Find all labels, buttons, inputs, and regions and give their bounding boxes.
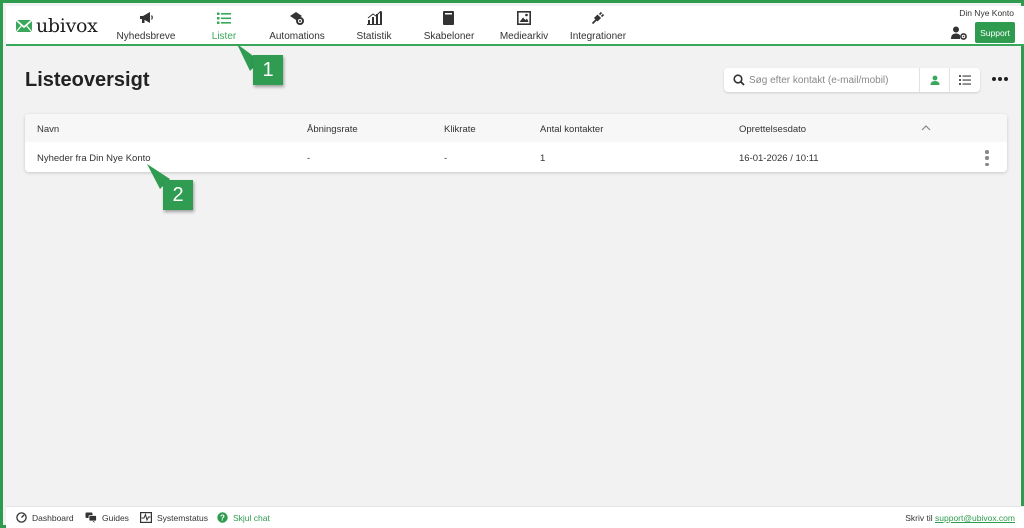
list-icon (217, 10, 231, 26)
envelope-logo-icon (16, 20, 32, 32)
app-frame: ubivox Nyhedsbreve Lister Automations St (0, 0, 1024, 528)
column-header-aabningsrate[interactable]: Åbningsrate (307, 124, 358, 135)
page-title: Listeoversigt (25, 69, 150, 91)
nav-item-automations[interactable]: Automations (255, 10, 339, 42)
footer-contact-prefix: Skriv til (905, 513, 933, 523)
dot (985, 162, 989, 166)
nav-label: Nyhedsbreve (116, 31, 176, 42)
gauge-icon (16, 512, 27, 523)
nav-label: Lister (211, 31, 237, 42)
cell-click-rate: - (444, 153, 448, 164)
image-icon (517, 10, 531, 26)
brand-name: ubivox (36, 15, 98, 37)
support-email-link[interactable]: support@ubivox.com (935, 513, 1015, 523)
search-icon (729, 70, 749, 90)
cell-open-rate: - (307, 153, 311, 164)
footer-guides-link[interactable]: Guides (85, 512, 129, 523)
pulse-icon (140, 512, 152, 523)
dot (985, 150, 989, 154)
user-settings-icon[interactable] (951, 26, 967, 40)
logo[interactable]: ubivox (16, 15, 98, 37)
dot (985, 156, 989, 160)
dot (992, 77, 996, 81)
more-options-button[interactable] (991, 72, 1009, 86)
nav-item-lister[interactable]: Lister (182, 10, 266, 42)
table-header: Navn Åbningsrate Klikrate Antal kontakte… (25, 114, 1007, 142)
dot (1004, 77, 1008, 81)
row-kebab-menu-icon[interactable] (983, 150, 991, 166)
footer-label: Skjul chat (233, 512, 270, 523)
column-header-oprettelsesdato[interactable]: Oprettelsesdato (739, 124, 806, 135)
footer-contact: Skriv til support@ubivox.com (905, 513, 1015, 523)
cell-created-date: 16-01-2026 / 10:11 (739, 153, 819, 164)
cell-contact-count: 1 (540, 153, 546, 164)
nav-item-integrationer[interactable]: Integrationer (556, 10, 640, 42)
nav-item-nyhedsbreve[interactable]: Nyhedsbreve (104, 10, 188, 42)
contact-search-bar (724, 68, 980, 92)
nav-item-skabeloner[interactable]: Skabeloner (407, 10, 491, 42)
top-navigation: ubivox Nyhedsbreve Lister Automations St (6, 6, 1024, 46)
callout-badge-2: 2 (163, 180, 193, 210)
list-icon (958, 75, 971, 85)
chat-icon (85, 512, 97, 523)
nav-label: Mediearkiv (499, 31, 549, 42)
user-filter-button[interactable] (920, 68, 949, 92)
footer-dashboard-link[interactable]: Dashboard (16, 512, 74, 523)
footer-label: Guides (102, 512, 129, 523)
callout-badge-1: 1 (253, 55, 283, 85)
automation-icon (289, 10, 305, 26)
footer-label: Dashboard (32, 512, 74, 523)
template-icon (443, 10, 455, 26)
column-header-antal-kontakter[interactable]: Antal kontakter (540, 124, 603, 135)
help-circle-icon: ? (217, 512, 228, 523)
column-header-navn[interactable]: Navn (37, 124, 59, 135)
nav-label: Automations (269, 31, 325, 42)
footer-label: Systemstatus (157, 512, 209, 523)
column-header-klikrate[interactable]: Klikrate (444, 124, 476, 135)
footer-bar: Dashboard Guides Systemstatus ? Skjul ch… (6, 506, 1024, 528)
lists-table: Navn Åbningsrate Klikrate Antal kontakte… (25, 114, 1007, 172)
search-input[interactable] (749, 74, 919, 86)
list-filter-button[interactable] (950, 68, 979, 92)
user-icon (930, 75, 939, 85)
cell-list-name[interactable]: Nyheder fra Din Nye Konto (37, 153, 151, 164)
nav-item-statistik[interactable]: Statistik (332, 10, 416, 42)
megaphone-icon (138, 10, 154, 26)
support-button[interactable]: Support (975, 22, 1015, 43)
sort-ascending-icon[interactable] (921, 124, 931, 132)
dot (998, 77, 1002, 81)
footer-systemstatus-link[interactable]: Systemstatus (140, 512, 208, 523)
nav-label: Statistik (356, 31, 392, 42)
svg-text:?: ? (220, 513, 225, 522)
nav-item-mediearkiv[interactable]: Mediearkiv (482, 10, 566, 42)
nav-label: Integrationer (569, 31, 627, 42)
account-name[interactable]: Din Nye Konto (959, 8, 1014, 18)
chart-icon (366, 10, 382, 26)
nav-label: Skabeloner (423, 31, 475, 42)
footer-hide-chat-link[interactable]: ? Skjul chat (217, 512, 270, 523)
plug-icon (591, 10, 605, 26)
